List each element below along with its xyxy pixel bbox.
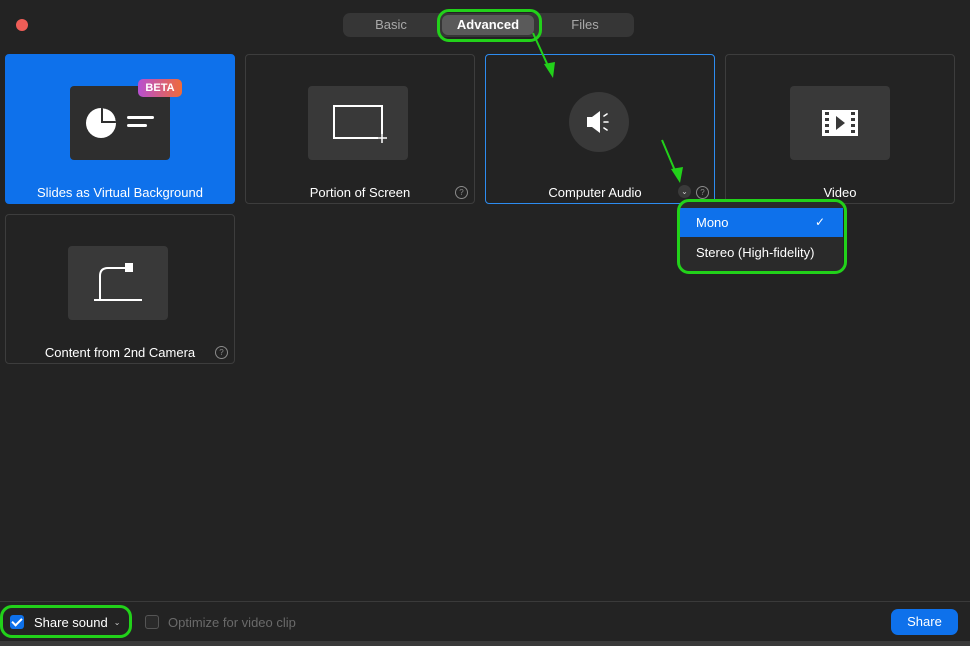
- beta-badge: BETA: [138, 79, 182, 97]
- footer-divider: [0, 601, 970, 602]
- video-thumbnail: [790, 86, 890, 160]
- audio-label: Computer Audio: [548, 185, 642, 200]
- check-icon: ✓: [814, 215, 825, 229]
- window-bottom-edge: [0, 641, 970, 646]
- document-camera-icon: [94, 263, 142, 301]
- audio-help-icon[interactable]: ?: [696, 186, 709, 199]
- share-sound-check-icon[interactable]: [10, 615, 24, 629]
- share-button[interactable]: Share: [891, 609, 958, 635]
- dropdown-option-stereo[interactable]: Stereo (High-fidelity): [680, 238, 843, 267]
- tab-bar: Basic Advanced Files: [343, 13, 634, 37]
- card-slides-virtual-background[interactable]: Slides as Virtual Background: [5, 54, 235, 204]
- tab-basic-label: Basic: [375, 17, 407, 32]
- card-computer-audio[interactable]: Computer Audio: [485, 54, 715, 204]
- optimize-label: Optimize for video clip: [168, 614, 296, 630]
- stereo-label: Stereo (High-fidelity): [696, 245, 815, 260]
- mono-label: Mono: [696, 215, 729, 230]
- pie-chart-icon: [86, 108, 154, 138]
- crop-region-icon: [333, 105, 388, 144]
- audio-options-chevron-icon[interactable]: ⌄: [678, 185, 691, 198]
- video-label: Video: [823, 185, 857, 200]
- audio-mode-dropdown: Mono ✓ Stereo (High-fidelity): [680, 202, 843, 272]
- slides-label: Slides as Virtual Background: [37, 185, 203, 200]
- tab-files[interactable]: Files: [537, 13, 633, 37]
- card-second-camera[interactable]: Content from 2nd Camera ?: [5, 214, 235, 364]
- close-window-button[interactable]: [16, 19, 28, 31]
- camera-thumbnail: [68, 246, 168, 320]
- card-video[interactable]: Video: [725, 54, 955, 204]
- audio-thumbnail: [569, 92, 629, 152]
- dropdown-option-mono[interactable]: Mono ✓: [680, 208, 843, 237]
- portion-help-icon[interactable]: ?: [455, 186, 468, 199]
- share-sound-label: Share sound: [34, 614, 108, 630]
- tab-advanced-label: Advanced: [456, 17, 520, 32]
- portion-label: Portion of Screen: [309, 185, 411, 200]
- share-screen-window: Basic Advanced Files Slides as Virtual B…: [0, 0, 970, 646]
- share-sound-chevron-icon[interactable]: ⌄: [114, 618, 121, 627]
- camera-help-icon[interactable]: ?: [215, 346, 228, 359]
- optimize-video-checkbox[interactable]: Optimize for video clip: [145, 614, 296, 630]
- optimize-checkbox-box[interactable]: [145, 615, 159, 629]
- tab-basic[interactable]: Basic: [343, 13, 439, 37]
- camera-label: Content from 2nd Camera: [44, 345, 196, 360]
- tab-files-label: Files: [571, 17, 599, 32]
- film-icon: [822, 110, 858, 136]
- tab-advanced[interactable]: Advanced: [440, 13, 536, 37]
- share-sound-checkbox[interactable]: Share sound ⌄: [10, 613, 120, 631]
- portion-thumbnail: [308, 86, 408, 160]
- card-portion-of-screen[interactable]: Portion of Screen ?: [245, 54, 475, 204]
- slides-thumbnail: [70, 86, 170, 160]
- speaker-icon: [587, 111, 609, 133]
